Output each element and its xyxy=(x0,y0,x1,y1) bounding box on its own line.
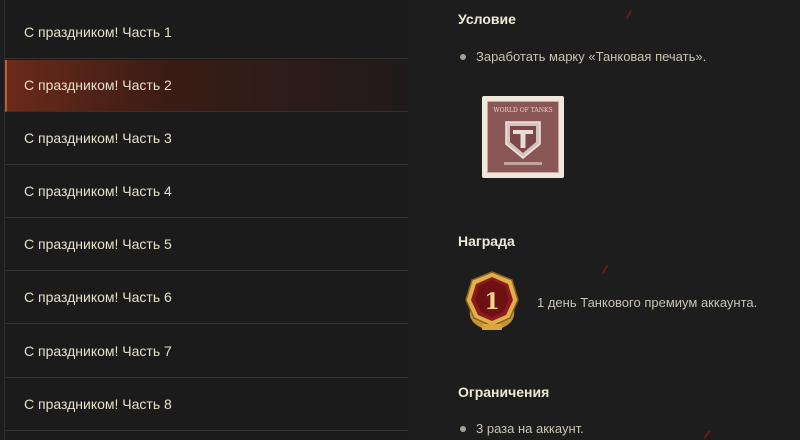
reward-title: Награда xyxy=(458,233,515,249)
mission-item-label: С праздником! Часть 5 xyxy=(24,236,172,252)
limits-title: Ограничения xyxy=(458,384,550,400)
limits-item: 3 раза на аккаунт. xyxy=(458,421,584,436)
mission-item-2[interactable]: С праздником! Часть 2 xyxy=(5,60,408,112)
mission-details: Условие Заработать марку «Танковая печат… xyxy=(458,0,800,440)
mission-item-7[interactable]: С праздником! Часть 7 xyxy=(5,326,408,378)
svg-text:WORLD OF TANKS: WORLD OF TANKS xyxy=(493,107,552,114)
mission-item-4[interactable]: С праздником! Часть 4 xyxy=(5,166,408,218)
mission-item-label: С праздником! Часть 6 xyxy=(24,289,172,305)
reward-text: 1 день Танкового премиум аккаунта. xyxy=(537,295,758,310)
condition-item: Заработать марку «Танковая печать». xyxy=(458,49,706,64)
mission-item-label: С праздником! Часть 2 xyxy=(24,77,172,93)
limits-text: 3 раза на аккаунт. xyxy=(476,421,584,436)
mission-item-1[interactable]: С праздником! Часть 1 xyxy=(5,7,408,59)
mission-item-8[interactable]: С праздником! Часть 8 xyxy=(5,379,408,431)
condition-title: Условие xyxy=(458,11,516,27)
condition-text: Заработать марку «Танковая печать». xyxy=(476,49,707,64)
mission-item-5[interactable]: С праздником! Часть 5 xyxy=(5,219,408,271)
mission-item-label: С праздником! Часть 7 xyxy=(24,343,172,359)
mission-item-label: С праздником! Часть 8 xyxy=(24,396,172,412)
mission-list: С праздником! Часть 1 С праздником! Част… xyxy=(4,0,408,440)
bullet-icon xyxy=(460,54,466,61)
tank-stamp-image: WORLD OF TANKS xyxy=(482,96,564,178)
mission-item-6[interactable]: С праздником! Часть 6 xyxy=(5,272,408,324)
mission-item-label: С праздником! Часть 3 xyxy=(24,130,172,146)
mission-item-3[interactable]: С праздником! Часть 3 xyxy=(5,113,408,165)
tank-emblem-icon: WORLD OF TANKS xyxy=(493,107,553,165)
mission-item-label: С праздником! Часть 4 xyxy=(24,183,172,199)
bullet-icon xyxy=(460,426,466,433)
badge-number: 1 xyxy=(484,289,499,315)
premium-account-badge-icon: 1 xyxy=(462,270,522,334)
mission-item-label: С праздником! Часть 1 xyxy=(24,24,172,40)
